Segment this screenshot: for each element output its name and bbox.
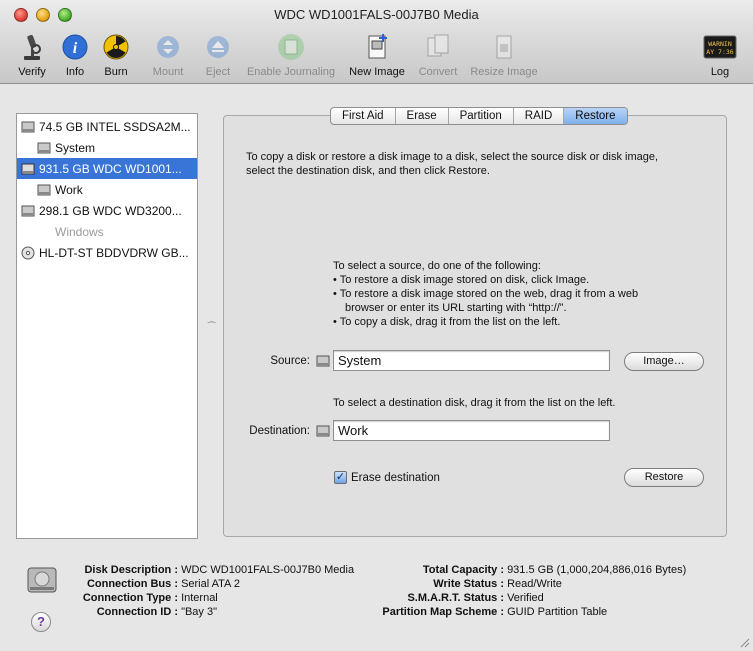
resize-image-label: Resize Image	[470, 66, 538, 78]
disk-utility-tabs: First Aid Erase Partition RAID Restore	[330, 107, 628, 125]
destination-disk-icon	[316, 425, 330, 437]
convert-icon	[423, 32, 453, 62]
enable-journaling-label: Enable Journaling	[246, 66, 336, 78]
source-help-2b: browser or enter its URL starting with “…	[345, 302, 567, 314]
console-log-icon: WARNIN AY 7:36	[703, 32, 737, 62]
verify-button[interactable]: Verify	[12, 30, 52, 82]
smart-status-value: Verified	[507, 592, 544, 604]
microscope-icon	[17, 32, 47, 62]
source-help-3: • To copy a disk, drag it from the list …	[333, 316, 561, 328]
optical-disc-icon	[21, 246, 35, 259]
disk-info-left: Disk Description : WDC WD1001FALS-00J7B0…	[82, 564, 355, 618]
hard-disk-icon	[21, 163, 35, 174]
burn-button[interactable]: Burn	[99, 30, 133, 82]
connection-type-value: Internal	[181, 592, 218, 604]
disk-description-value: WDC WD1001FALS-00J7B0 Media	[181, 564, 355, 576]
mount-button[interactable]: Mount	[148, 30, 188, 82]
tab-raid[interactable]: RAID	[514, 108, 565, 124]
svg-text:AY 7:36: AY 7:36	[706, 48, 733, 56]
new-image-button[interactable]: New Image	[345, 30, 409, 82]
connection-id-value: "Bay 3"	[181, 606, 218, 618]
source-help-1: • To restore a disk image stored on disk…	[333, 274, 590, 286]
info-button[interactable]: i Info	[58, 30, 92, 82]
help-button[interactable]: ?	[31, 612, 51, 632]
resize-image-button[interactable]: Resize Image	[466, 30, 542, 82]
restore-button[interactable]: Restore	[624, 468, 704, 487]
disk-info-right: Total Capacity : 931.5 GB (1,000,204,886…	[382, 564, 687, 618]
disk-item-wdc-320[interactable]: 298.1 GB WDC WD3200...	[17, 200, 197, 221]
write-status-value: Read/Write	[507, 578, 562, 590]
resize-image-icon	[489, 32, 519, 62]
new-image-icon	[362, 32, 392, 62]
mount-label: Mount	[152, 66, 184, 78]
source-disk-icon	[316, 355, 330, 367]
destination-help: To select a destination disk, drag it fr…	[333, 397, 616, 409]
window-toolbar: WDC WD1001FALS-00J7B0 Media Verify i Inf…	[0, 0, 753, 84]
info-icon: i	[60, 32, 90, 62]
total-capacity-value: 931.5 GB (1,000,204,886,016 Bytes)	[507, 564, 687, 576]
svg-text:WARNIN: WARNIN	[708, 40, 732, 48]
disk-item-optical-drive[interactable]: HL-DT-ST BDDVDRW GB...	[17, 242, 197, 263]
restore-intro-line-1: To copy a disk or restore a disk image t…	[246, 151, 659, 163]
disk-item-wdc-1tb[interactable]: 931.5 GB WDC WD1001...	[17, 158, 197, 179]
convert-button[interactable]: Convert	[414, 30, 462, 82]
info-label: Info	[65, 66, 85, 78]
erase-destination-label: Erase destination	[351, 472, 440, 484]
window-resize-grip[interactable]	[738, 636, 750, 648]
tab-partition[interactable]: Partition	[449, 108, 514, 124]
partition-map-value: GUID Partition Table	[507, 606, 608, 618]
log-button[interactable]: WARNIN AY 7:36 Log	[700, 30, 740, 82]
volume-item-windows[interactable]: Windows	[17, 221, 197, 242]
volume-item-system[interactable]: System	[17, 137, 197, 158]
split-view-handle[interactable]: ⁀	[208, 322, 215, 333]
tab-restore[interactable]: Restore	[564, 108, 627, 124]
enable-journaling-button[interactable]: Enable Journaling	[244, 30, 338, 82]
destination-field[interactable]: Work	[333, 420, 610, 441]
convert-label: Convert	[418, 66, 458, 78]
source-help-title: To select a source, do one of the follow…	[333, 260, 541, 272]
burn-label: Burn	[104, 66, 128, 78]
log-label: Log	[710, 66, 730, 78]
image-button[interactable]: Image…	[624, 352, 704, 371]
hard-disk-icon	[21, 121, 35, 132]
erase-destination-checkbox[interactable]: ✓	[334, 471, 347, 484]
source-field[interactable]: System	[333, 350, 610, 371]
svg-text:i: i	[73, 40, 78, 57]
tab-erase[interactable]: Erase	[396, 108, 449, 124]
eject-button[interactable]: Eject	[200, 30, 236, 82]
verify-label: Verify	[18, 66, 46, 78]
volume-item-work[interactable]: Work	[17, 179, 197, 200]
disk-item-intel-ssd[interactable]: 74.5 GB INTEL SSDSA2M...	[17, 116, 197, 137]
tab-first-aid[interactable]: First Aid	[331, 108, 396, 124]
source-label: Source:	[270, 355, 310, 367]
connection-bus-value: Serial ATA 2	[181, 578, 240, 590]
source-help-2a: • To restore a disk image stored on the …	[333, 288, 639, 300]
new-image-label: New Image	[349, 66, 405, 78]
radiation-icon	[101, 32, 131, 62]
window-title: WDC WD1001FALS-00J7B0 Media	[274, 7, 479, 22]
journal-icon	[276, 32, 306, 62]
disk-list[interactable]: 74.5 GB INTEL SSDSA2M... System 931.5 GB…	[16, 113, 198, 539]
drive-info-icon	[27, 567, 57, 593]
volume-icon	[37, 184, 51, 195]
eject-label: Eject	[205, 66, 231, 78]
destination-label: Destination:	[249, 425, 310, 437]
volume-icon	[37, 142, 51, 153]
eject-icon	[203, 32, 233, 62]
restore-intro-line-2: select the destination disk, and then cl…	[246, 165, 490, 177]
mount-icon	[153, 32, 183, 62]
hard-disk-icon	[21, 205, 35, 216]
